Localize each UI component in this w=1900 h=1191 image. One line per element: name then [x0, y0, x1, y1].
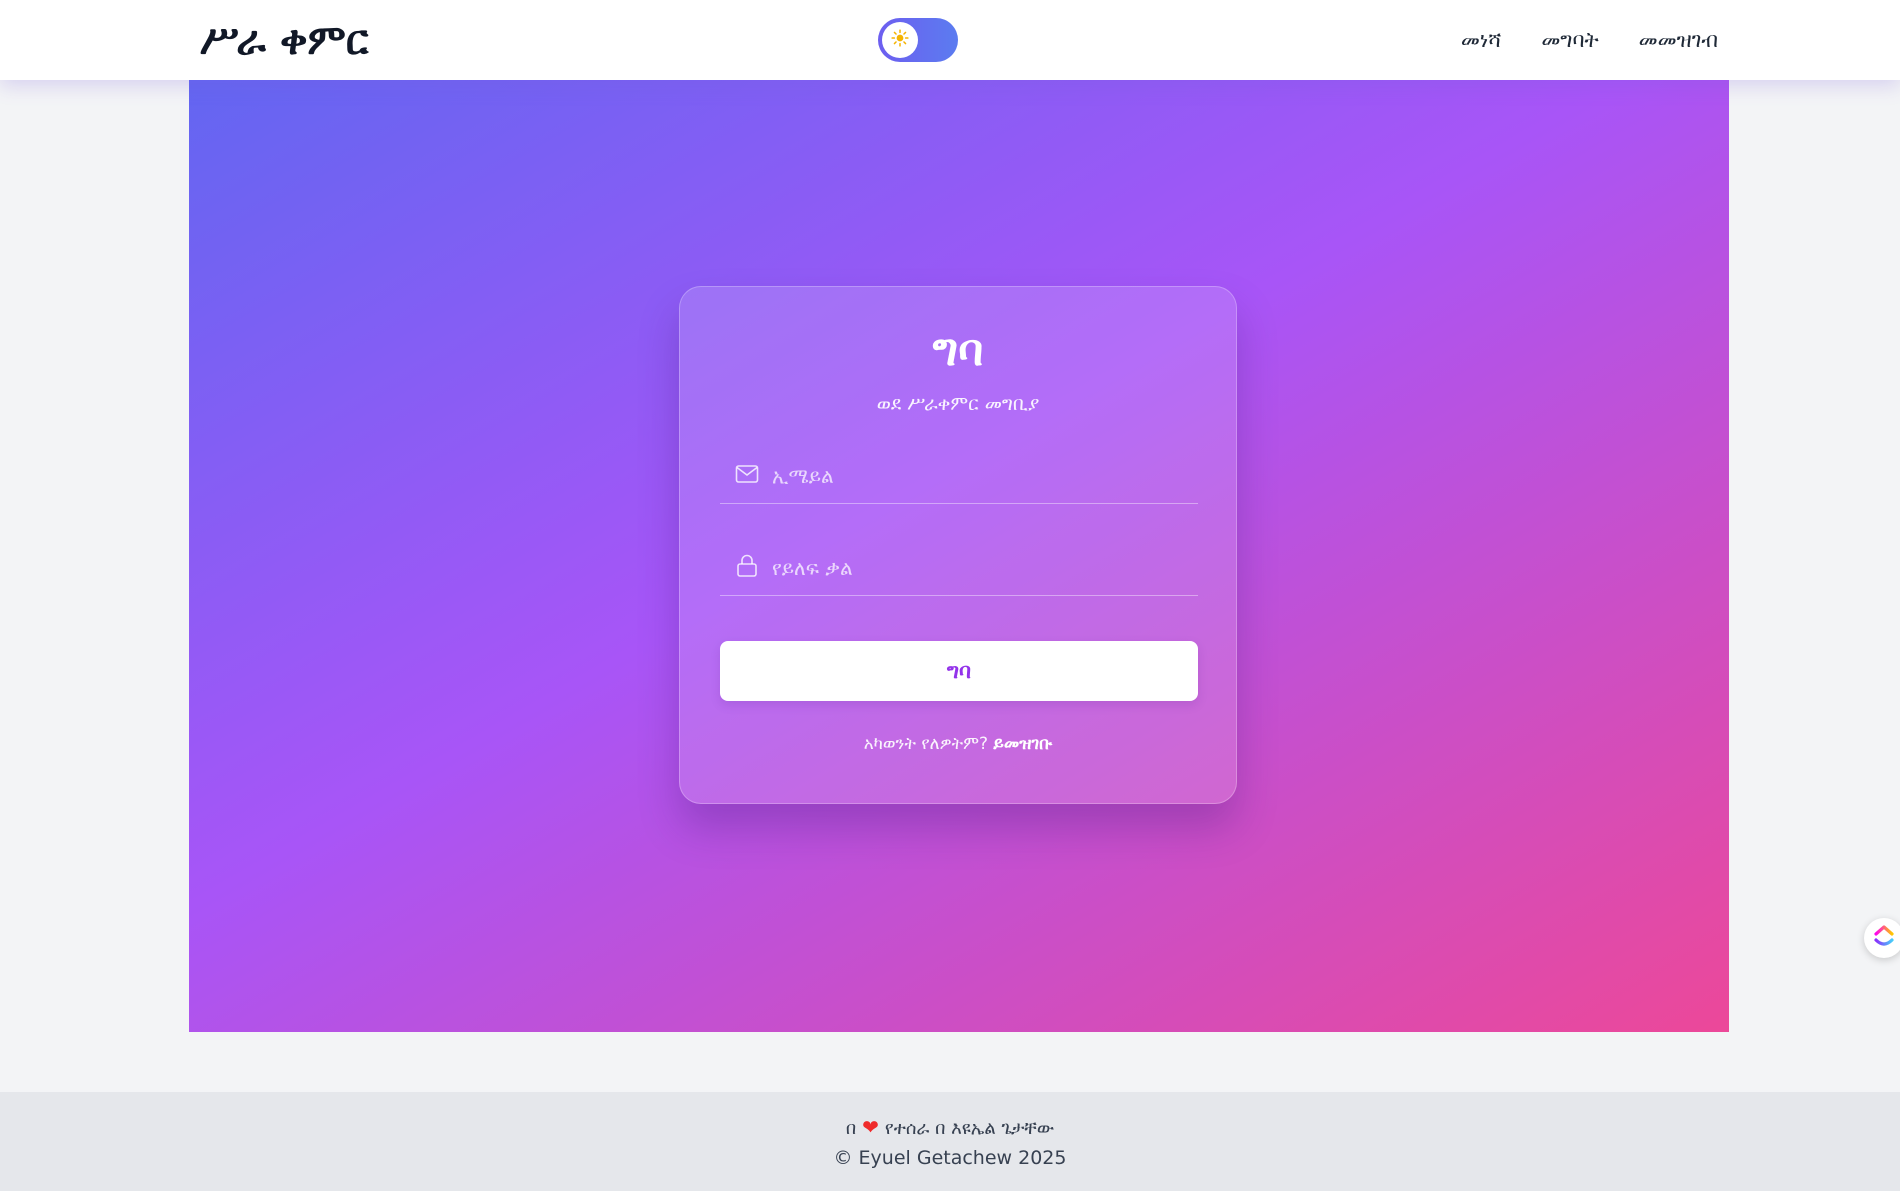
nav-link-register[interactable]: መመዝገብ	[1639, 22, 1718, 58]
footer-prefix: በ	[845, 1118, 857, 1139]
login-subtitle: ወደ ሥራቀምር መግቢያ	[876, 393, 1040, 415]
nav-links: መነሻ መግባት መመዝገብ	[1461, 22, 1718, 58]
email-field-group	[720, 447, 1198, 504]
password-field-group	[720, 539, 1198, 596]
register-prompt-text: አካወንት የለዎትም?	[863, 734, 988, 754]
login-card: ግባ ወደ ሥራቀምር መግቢያ ግባ አካወንት የለዎትም?	[679, 286, 1237, 804]
nav-link-home[interactable]: መነሻ	[1461, 22, 1501, 58]
register-prompt-row: አካወንት የለዎትም? ይመዝገቡ	[680, 731, 1236, 757]
footer-suffix: የተሰራ በ እዩኤል ጌታቸው	[884, 1118, 1055, 1139]
footer-credit: በ ❤ የተሰራ በ እዩኤል ጌታቸው	[0, 1114, 1900, 1142]
floating-widget-button[interactable]	[1864, 918, 1900, 958]
register-link[interactable]: ይመዝገቡ	[993, 734, 1052, 754]
footer-copyright: © Eyuel Getachew 2025	[833, 1147, 1067, 1169]
email-input[interactable]	[770, 457, 1184, 495]
heart-icon: ❤	[862, 1115, 879, 1139]
login-title: ግባ	[932, 325, 984, 376]
navbar: ሥራ ቀምር መነሻ መግባት መመዝገብ	[0, 0, 1900, 80]
toggle-knob	[882, 22, 918, 58]
nav-link-login[interactable]: መግባት	[1541, 22, 1598, 58]
hero-section: ግባ ወደ ሥራቀምር መግቢያ ግባ አካወንት የለዎትም?	[189, 80, 1729, 1032]
lock-icon	[734, 553, 760, 579]
clickup-logo-icon	[1872, 923, 1896, 953]
sun-icon	[891, 29, 909, 51]
login-submit-button[interactable]: ግባ	[720, 641, 1198, 701]
password-input[interactable]	[770, 549, 1184, 587]
theme-toggle[interactable]	[878, 18, 958, 62]
mail-icon	[734, 461, 760, 487]
footer: በ ❤ የተሰራ በ እዩኤል ጌታቸው © Eyuel Getachew 2025	[0, 1092, 1900, 1191]
brand-logo[interactable]: ሥራ ቀምር	[200, 14, 368, 66]
